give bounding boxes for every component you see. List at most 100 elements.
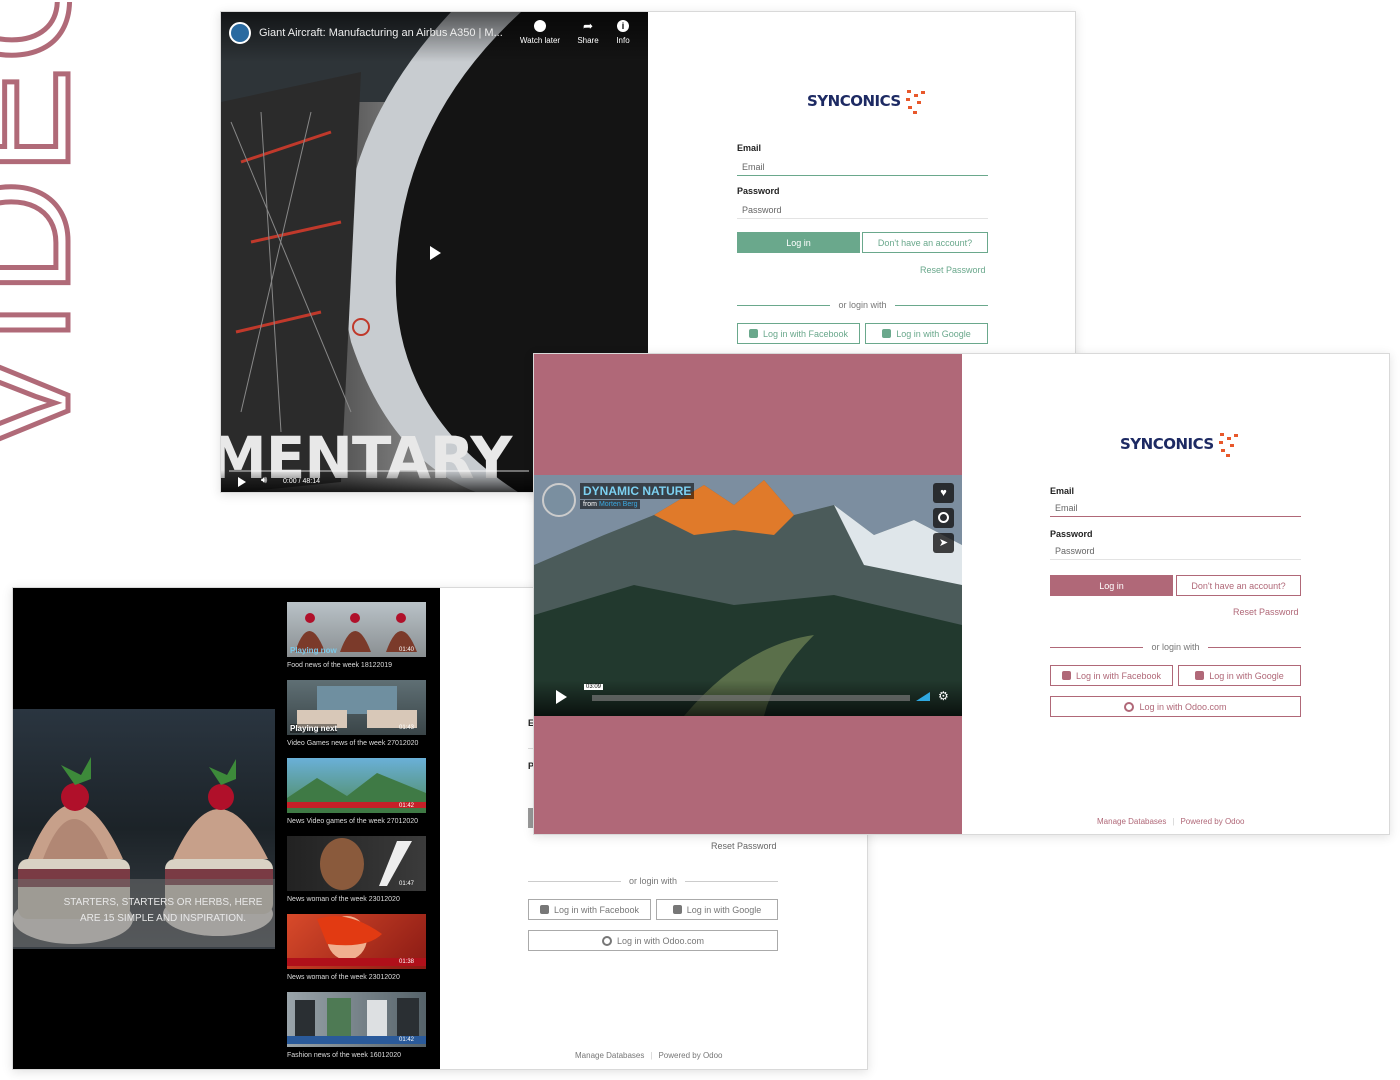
- playlist-thumb-6[interactable]: 01:42: [287, 992, 426, 1047]
- progress-track[interactable]: [592, 695, 910, 701]
- brand-logo: SYNCONICS: [807, 88, 929, 114]
- google-login-button[interactable]: Log in with Google: [656, 899, 778, 920]
- video-title[interactable]: DYNAMIC NATURE: [580, 483, 695, 499]
- playlist-caption[interactable]: Video Games news of the week 27012020: [287, 740, 418, 747]
- watch-later-button[interactable]: [933, 508, 954, 528]
- hero-caption: STARTERS, STARTERS OR HERBS, HERE ARE 15…: [63, 897, 263, 924]
- facebook-login-button[interactable]: Log in with Facebook: [737, 323, 860, 344]
- video-player[interactable]: DYNAMIC NATURE from Morten Berg ♥ ➤ 03:0…: [534, 475, 962, 716]
- facebook-login-label: Log in with Facebook: [553, 904, 640, 915]
- login-panel: SYNCONICS Email Email Password Password …: [962, 354, 1389, 834]
- video-byline: from Morten Berg: [580, 500, 641, 509]
- author-link[interactable]: Morten Berg: [599, 501, 638, 508]
- play-icon: [430, 246, 441, 260]
- facebook-icon: [539, 905, 549, 914]
- google-login-button[interactable]: Log in with Google: [1178, 665, 1301, 686]
- reset-password-link[interactable]: Reset Password: [1233, 607, 1299, 617]
- like-button[interactable]: ♥: [933, 483, 954, 503]
- manage-databases-link[interactable]: Manage Databases: [575, 1051, 644, 1060]
- info-button[interactable]: i Info: [609, 20, 637, 45]
- facebook-login-button[interactable]: Log in with Facebook: [528, 899, 651, 920]
- reset-password-link[interactable]: Reset Password: [920, 265, 986, 275]
- playlist-duration: 01:47: [398, 881, 414, 887]
- info-label: Info: [616, 36, 630, 45]
- video-panel: DYNAMIC NATURE from Morten Berg ♥ ➤ 03:0…: [534, 354, 962, 834]
- powered-by-link[interactable]: Powered by Odoo: [1180, 817, 1244, 826]
- google-login-label: Log in with Google: [896, 328, 971, 339]
- manage-databases-link[interactable]: Manage Databases: [1097, 817, 1166, 826]
- clock-icon: [938, 512, 949, 523]
- play-icon[interactable]: [556, 690, 567, 704]
- odoo-login-button[interactable]: Log in with Odoo.com: [528, 930, 778, 951]
- facebook-login-button[interactable]: Log in with Facebook: [1050, 665, 1173, 686]
- video-title[interactable]: Giant Aircraft: Manufacturing an Airbus …: [259, 27, 503, 39]
- playlist-thumb-5[interactable]: 01:38: [287, 914, 426, 969]
- side-title: VIDEO: [0, 2, 106, 460]
- play-button[interactable]: [413, 238, 455, 268]
- facebook-login-label: Log in with Facebook: [762, 328, 849, 339]
- google-login-button[interactable]: Log in with Google: [865, 323, 988, 344]
- share-button[interactable]: ➤: [933, 533, 954, 553]
- control-play-icon[interactable]: [238, 477, 246, 487]
- or-text: or login with: [1151, 642, 1200, 652]
- progress-track[interactable]: [229, 470, 529, 472]
- video-time: 0:00 / 48:14: [283, 478, 320, 485]
- brand-mark-icon: [1216, 431, 1242, 457]
- odoo-login-label: Log in with Odoo.com: [616, 935, 705, 946]
- byline-prefix: from: [583, 501, 597, 508]
- or-text: or login with: [838, 300, 887, 310]
- signup-button[interactable]: Don't have an account?: [1176, 575, 1301, 596]
- email-field[interactable]: Email: [1050, 495, 1301, 517]
- or-text: or login with: [628, 876, 678, 886]
- signup-button[interactable]: Don't have an account?: [862, 232, 988, 253]
- reset-password-link[interactable]: Reset Password: [711, 841, 777, 851]
- playlist-duration: 01:42: [398, 803, 414, 809]
- google-icon: [672, 905, 682, 914]
- brand-mark-icon: [903, 88, 929, 114]
- google-login-label: Log in with Google: [686, 904, 762, 915]
- or-divider: or login with: [528, 876, 778, 886]
- google-login-label: Log in with Google: [1209, 670, 1284, 681]
- facebook-icon: [748, 329, 758, 338]
- playlist-caption[interactable]: Food news of the week 18122019: [287, 662, 392, 669]
- login-button[interactable]: Log in: [1050, 575, 1173, 596]
- powered-by-link[interactable]: Powered by Odoo: [658, 1051, 722, 1060]
- settings-icon[interactable]: ⚙︎: [938, 689, 949, 703]
- share-button[interactable]: ➦ Share: [571, 20, 605, 45]
- clock-icon: [534, 20, 546, 32]
- odoo-login-button[interactable]: Log in with Odoo.com: [1050, 696, 1301, 717]
- author-avatar[interactable]: [542, 483, 576, 517]
- info-icon: i: [617, 20, 629, 32]
- playlist-tag: Playing next: [290, 724, 338, 733]
- playlist-caption[interactable]: News Video games of the week 27012020: [287, 818, 418, 825]
- google-icon: [882, 329, 892, 338]
- playlist-caption[interactable]: News woman of the week 23012020: [287, 896, 400, 903]
- watch-later-button[interactable]: Watch later: [517, 20, 563, 45]
- playlist-thumb-1[interactable]: Playing now 01:40: [287, 602, 426, 657]
- channel-avatar[interactable]: [229, 22, 251, 44]
- password-field[interactable]: Password: [1050, 538, 1301, 560]
- odoo-login-label: Log in with Odoo.com: [1139, 701, 1227, 712]
- playlist-caption[interactable]: News woman of the week 23012020: [287, 974, 400, 981]
- side-title-text: VIDEO: [0, 2, 103, 457]
- playlist-duration: 01:38: [398, 959, 414, 965]
- hero-image[interactable]: STARTERS, STARTERS OR HERBS, HERE ARE 15…: [13, 709, 275, 949]
- login-button[interactable]: Log in: [737, 232, 860, 253]
- watch-later-label: Watch later: [519, 36, 561, 45]
- playlist-thumb-3[interactable]: 01:42: [287, 758, 426, 813]
- share-icon: ➦: [582, 19, 594, 33]
- footer-links: Manage Databases | Powered by Odoo: [575, 1051, 723, 1060]
- volume-icon[interactable]: [916, 692, 930, 701]
- facebook-icon: [1061, 671, 1071, 680]
- or-divider: or login with: [737, 300, 988, 310]
- playlist-duration: 01:42: [398, 1037, 414, 1043]
- brand-name: SYNCONICS: [807, 92, 901, 110]
- volume-icon[interactable]: 🔊︎: [261, 475, 267, 486]
- playlist-thumb-4[interactable]: 01:47: [287, 836, 426, 891]
- share-label: Share: [577, 36, 599, 45]
- email-field[interactable]: Email: [737, 154, 988, 176]
- password-field[interactable]: Password: [737, 197, 988, 219]
- playlist-caption[interactable]: Fashion news of the week 16012020: [287, 1052, 401, 1059]
- brand-name: SYNCONICS: [1120, 435, 1214, 453]
- playlist-thumb-2[interactable]: Playing next 01:43: [287, 680, 426, 735]
